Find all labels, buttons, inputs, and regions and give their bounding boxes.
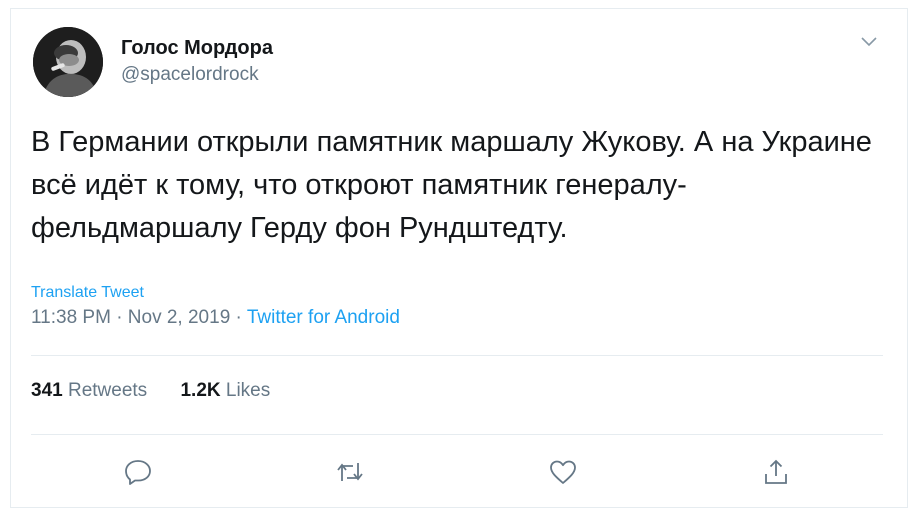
divider	[31, 434, 883, 435]
tweet-card: Голос Мордора @spacelordrock В Германии …	[10, 8, 908, 508]
chevron-down-icon	[861, 37, 877, 47]
share-icon	[765, 459, 787, 484]
tweet-source-link[interactable]: Twitter for Android	[247, 307, 400, 328]
share-button[interactable]	[761, 457, 791, 487]
retweet-icon	[337, 463, 363, 481]
tweet-stats: 341 Retweets 1.2K Likes	[31, 380, 298, 402]
retweets-label: Retweets	[67, 380, 148, 401]
reply-button[interactable]	[123, 457, 153, 487]
retweet-button[interactable]	[335, 457, 365, 487]
avatar[interactable]	[33, 27, 103, 97]
translate-tweet-link[interactable]: Translate Tweet	[31, 284, 144, 302]
more-options-button[interactable]	[859, 34, 879, 50]
divider	[31, 355, 883, 356]
likes-label: Likes	[225, 380, 271, 401]
author-handle[interactable]: @spacelordrock	[121, 64, 259, 86]
tweet-metadata: 11:38 PM · Nov 2, 2019 · Twitter for And…	[31, 307, 400, 329]
tweet-timestamp[interactable]: 11:38 PM · Nov 2, 2019 ·	[31, 307, 247, 328]
tweet-actions	[11, 457, 909, 497]
retweets-stat[interactable]: 341 Retweets	[31, 380, 147, 401]
author-name[interactable]: Голос Мордора	[121, 37, 273, 60]
avatar-image	[33, 27, 103, 97]
likes-stat[interactable]: 1.2K Likes	[180, 380, 270, 401]
tweet-text: В Германии открыли памятник маршалу Жуко…	[31, 126, 872, 244]
likes-count: 1.2K	[180, 380, 221, 401]
heart-icon	[550, 460, 576, 484]
reply-icon	[125, 460, 151, 485]
like-button[interactable]	[548, 457, 578, 487]
retweets-count: 341	[31, 380, 63, 401]
